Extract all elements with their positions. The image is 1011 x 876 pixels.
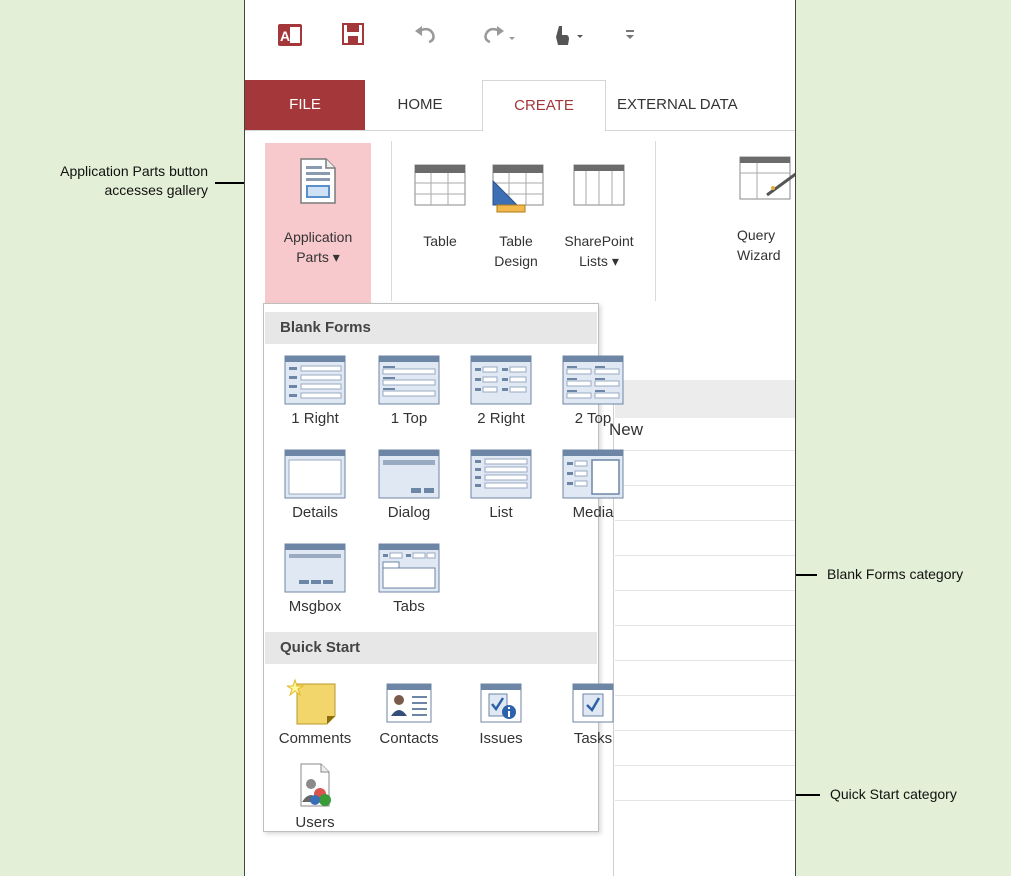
application-parts-gallery: Blank Forms 1 Right 1 Top 2 Right 2 Top … <box>263 303 624 832</box>
sharepoint-lists-label-2: Lists ▾ <box>579 253 619 269</box>
callout-application-parts: Application Parts button accesses galler… <box>6 162 208 200</box>
gallery-item-label: Comments <box>278 730 352 747</box>
gallery-item-msgbox[interactable]: Msgbox <box>274 542 356 615</box>
gallery-item-1-right[interactable]: 1 Right <box>274 354 356 427</box>
application-parts-label-1: Application <box>283 229 353 245</box>
gallery-item-label: 1 Right <box>291 410 339 427</box>
gallery-item-label: List <box>489 504 513 521</box>
gallery-item-2-right[interactable]: 2 Right <box>460 354 542 427</box>
tab-external-data[interactable]: EXTERNAL DATA <box>617 80 795 130</box>
query-wizard-icon <box>739 156 795 200</box>
save-icon[interactable] <box>341 22 365 48</box>
gallery-item-label: 2 Top <box>574 410 612 427</box>
callout-line-2: accesses gallery <box>104 182 209 198</box>
callout-quick-start: Quick Start category <box>830 786 957 802</box>
gallery-item-label: Contacts <box>379 730 439 747</box>
undo-icon[interactable] <box>413 22 439 48</box>
form-1-top-icon <box>378 355 440 405</box>
callout-blank-forms: Blank Forms category <box>827 566 964 582</box>
form-tabs-icon <box>378 543 440 593</box>
gallery-item-media[interactable]: Media <box>552 448 634 521</box>
tab-home[interactable]: HOME <box>375 80 465 130</box>
query-wizard-label-1: Query <box>737 227 776 243</box>
table-design-label-2: Design <box>494 253 538 269</box>
gallery-item-label: 1 Top <box>390 410 428 427</box>
quick-access-toolbar: A <box>245 0 795 70</box>
table-button[interactable]: Table <box>405 153 475 251</box>
svg-text:A: A <box>280 28 290 44</box>
form-msgbox-icon <box>284 543 346 593</box>
redo-icon[interactable] <box>480 22 516 48</box>
application-parts-icon <box>300 158 336 204</box>
gallery-item-2-top[interactable]: 2 Top <box>552 354 634 427</box>
group-separator <box>655 141 656 301</box>
table-icon <box>414 164 466 206</box>
table-label: Table <box>423 233 457 249</box>
form-details-icon <box>284 449 346 499</box>
gallery-item-label: Users <box>295 814 335 831</box>
tab-header-partial <box>615 380 795 418</box>
gallery-item-label: Msgbox <box>288 598 342 615</box>
gallery-item-users[interactable]: Users <box>274 762 356 831</box>
gallery-item-comments[interactable]: Comments <box>274 678 356 747</box>
category-quick-start: Quick Start <box>265 632 597 664</box>
contacts-icon <box>386 683 432 723</box>
form-2-top-icon <box>562 355 624 405</box>
gallery-item-label: 2 Right <box>477 410 525 427</box>
form-media-icon <box>562 449 624 499</box>
tab-create[interactable]: CREATE <box>482 80 606 132</box>
gallery-item-contacts[interactable]: Contacts <box>368 678 450 747</box>
group-separator <box>391 141 392 301</box>
application-parts-button[interactable]: Application Parts ▾ <box>265 143 371 303</box>
access-logo-icon[interactable]: A <box>277 22 303 48</box>
form-list-icon <box>470 449 532 499</box>
comments-icon <box>287 678 336 725</box>
table-design-label-1: Table <box>499 233 533 249</box>
gallery-item-label: Tasks <box>573 730 613 747</box>
form-1-right-icon <box>284 355 346 405</box>
gallery-item-label: Tabs <box>393 598 425 615</box>
ribbon-tabs: FILE HOME CREATE EXTERNAL DATA <box>245 80 795 132</box>
category-blank-forms: Blank Forms <box>265 312 597 344</box>
gallery-item-label: Issues <box>479 730 523 747</box>
table-design-button[interactable]: Table Design <box>477 153 555 271</box>
sharepoint-lists-icon <box>573 164 625 206</box>
form-dialog-icon <box>378 449 440 499</box>
issues-icon <box>480 683 522 723</box>
gallery-item-issues[interactable]: Issues <box>460 678 542 747</box>
form-2-right-icon <box>470 355 532 405</box>
gallery-item-tasks[interactable]: Tasks <box>552 678 634 747</box>
ribbon-create: Application Parts ▾ Table Table Design S… <box>245 131 795 321</box>
gallery-item-1-top[interactable]: 1 Top <box>368 354 450 427</box>
table-design-icon <box>492 164 544 213</box>
customize-qat-icon[interactable] <box>622 22 638 48</box>
users-icon <box>300 763 331 807</box>
callout-line-1: Application Parts button <box>60 163 208 179</box>
gallery-item-label: Media <box>572 504 614 521</box>
gallery-item-list[interactable]: List <box>460 448 542 521</box>
gallery-item-tabs[interactable]: Tabs <box>368 542 450 615</box>
gallery-item-label: Details <box>292 504 338 521</box>
application-parts-label-2: Parts ▾ <box>296 249 340 265</box>
sharepoint-lists-label-1: SharePoint <box>564 233 634 249</box>
gallery-item-details[interactable]: Details <box>274 448 356 521</box>
tab-file[interactable]: FILE <box>245 80 365 130</box>
query-wizard-label-2: Wizard <box>737 247 781 263</box>
gallery-item-dialog[interactable]: Dialog <box>368 448 450 521</box>
sharepoint-lists-button[interactable]: SharePoint Lists ▾ <box>557 153 641 271</box>
touch-mode-icon[interactable] <box>551 22 585 48</box>
query-wizard-button[interactable]: Query Wizard <box>723 153 795 265</box>
tasks-icon <box>572 683 614 723</box>
gallery-item-label: Dialog <box>387 504 431 521</box>
